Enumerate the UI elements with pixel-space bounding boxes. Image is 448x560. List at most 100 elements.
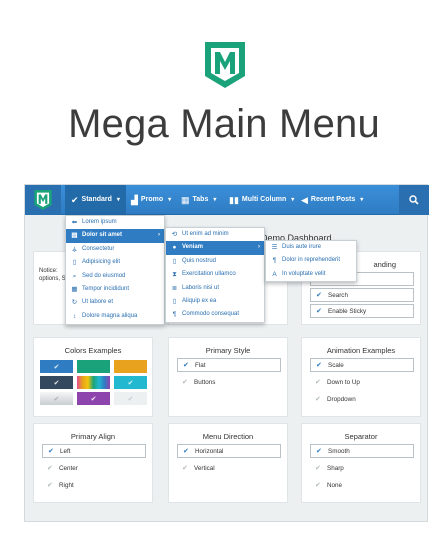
option-label: Scale <box>328 361 344 369</box>
option-label: Flat <box>195 361 206 369</box>
m-logo-icon <box>205 42 245 88</box>
color-swatch-green[interactable] <box>77 360 110 373</box>
search-icon <box>409 195 419 205</box>
nav-item-label: Tabs <box>192 196 209 203</box>
globe-icon: ● <box>172 244 177 252</box>
menu-item-dolor-in-reprehenderit[interactable]: ¶ Dolor in reprehenderit <box>266 254 356 267</box>
option-flat[interactable]: ✔ Flat <box>177 358 281 372</box>
direction-card: Menu Direction ✔ Horizontal ✔ Vertical <box>168 423 288 503</box>
card-title: Primary Style <box>205 346 251 355</box>
menu-item-label: Duis aute irure <box>282 244 322 250</box>
navbar-logo[interactable] <box>25 185 61 215</box>
card-title: Menu Direction <box>202 432 254 441</box>
nav-item-tabs[interactable]: ▦ Tabs ▾ <box>175 185 222 215</box>
menu-item-consectetur[interactable]: ⚶ Consectetur <box>66 243 164 256</box>
chevron-down-icon: ▾ <box>116 197 120 203</box>
animation-card: Animation Examples ✔ Scale ✔ Down to Up … <box>301 337 421 417</box>
menu-item-dolor-sit-amet[interactable]: ▤ Dolor sit amet › <box>66 229 164 243</box>
nav-item-promo[interactable]: ▟ Promo ▾ <box>125 185 177 215</box>
option-buttons[interactable]: ✔ Buttons <box>177 375 281 389</box>
chevron-down-icon: ▾ <box>168 197 172 203</box>
option-label: None <box>327 481 343 489</box>
option-horizontal[interactable]: ✔ Horizontal <box>177 444 281 458</box>
colors-card: Colors Examples ✔ ✔ ✔ ✔ ✔ ✔ <box>33 337 153 417</box>
color-swatch-dark[interactable]: ✔ <box>40 376 73 389</box>
color-swatch-blue[interactable]: ✔ <box>40 360 73 373</box>
option-scale[interactable]: ✔ Scale <box>310 358 414 372</box>
option-search[interactable]: ✔ Search <box>310 288 414 302</box>
option-left[interactable]: ✔ Left <box>42 444 146 458</box>
nav-item-label: Promo <box>140 196 164 203</box>
history-icon: ⟲ <box>171 231 178 238</box>
menu-item-lorem-ipsum[interactable]: ⬅ Lorem ipsum <box>66 216 164 229</box>
color-swatch-light[interactable]: ✔ <box>40 392 73 405</box>
check-icon: ✔ <box>316 448 322 455</box>
nav-item-label: Recent Posts <box>310 196 356 203</box>
nav-item-standard[interactable]: ✔ Standard ▾ <box>65 185 126 215</box>
menu-item-dolore-magna-aliqua[interactable]: ↕ Dolore magna aliqua <box>66 310 164 323</box>
menu-item-veniam[interactable]: ● Veniam › <box>166 241 264 255</box>
menu-item-ut-labore-et[interactable]: ↻ Ut labore et <box>66 296 164 309</box>
columns-icon: ▮▮ <box>229 195 239 205</box>
option-vertical[interactable]: ✔ Vertical <box>177 461 281 475</box>
option-smooth[interactable]: ✔ Smooth <box>310 444 414 458</box>
option-label: Sharp <box>327 464 344 472</box>
option-right[interactable]: ✔ Right <box>42 478 146 492</box>
color-swatch-white[interactable]: ✔ <box>114 392 147 405</box>
menu-item-duis-aute-irure[interactable]: ☰ Duis aute irure <box>266 241 356 254</box>
check-icon: ✔ <box>316 292 322 299</box>
color-swatch-rainbow[interactable] <box>77 376 110 389</box>
check-icon: ✔ <box>127 395 134 403</box>
menu-item-laboris-nisi-ut[interactable]: ≣ Laboris nisi ut <box>166 282 264 295</box>
check-icon: ✔ <box>47 465 53 472</box>
resize-icon: ↕ <box>72 312 77 320</box>
menu-item-aliquip-ex-ea[interactable]: ▯ Aliquip ex ea <box>166 295 264 308</box>
color-swatch-orange[interactable] <box>114 360 147 373</box>
nav-item-multi-column[interactable]: ▮▮ Multi Column ▾ <box>223 185 300 215</box>
option-label: Dropdown <box>327 395 356 403</box>
film-icon: ▦ <box>71 285 78 293</box>
option-down-to-up[interactable]: ✔ Down to Up <box>310 375 414 389</box>
menu-item-ut-enim-ad-minim[interactable]: ⟲ Ut enim ad minim <box>166 228 264 241</box>
menu-item-adipisicing-elit[interactable]: ▯ Adipisicing elit <box>66 256 164 269</box>
option-sharp[interactable]: ✔ Sharp <box>310 461 414 475</box>
menu-item-label: Dolor sit amet <box>82 232 123 239</box>
option-label: Search <box>328 291 348 299</box>
menu-item-sed-do-eiusmod[interactable]: ⌕ Sed do eiusmod <box>66 270 164 283</box>
menu-item-quis-nostrud[interactable]: ▯ Quis nostrud <box>166 255 264 268</box>
menu-item-label: Consectetur <box>82 245 115 252</box>
chevron-right-icon: › <box>258 244 260 251</box>
option-label: Smooth <box>328 447 350 455</box>
megaphone-icon: ◀ <box>301 195 308 205</box>
color-swatch-purple[interactable]: ✔ <box>77 392 110 405</box>
color-swatch-cyan[interactable]: ✔ <box>114 376 147 389</box>
option-center[interactable]: ✔ Center <box>42 461 146 475</box>
refresh-icon: ↻ <box>71 299 78 307</box>
hourglass-icon: ⧗ <box>172 271 177 279</box>
check-icon: ✔ <box>53 395 60 403</box>
submenu-dolor-sit-amet: ⟲ Ut enim ad minim ● Veniam › ▯ Quis nostrud… <box>165 227 265 323</box>
separator-card: Separator ✔ Smooth ✔ Sharp ✔ None <box>301 423 421 503</box>
menu-item-label: Quis nostrud <box>182 257 217 264</box>
menu-item-in-voluptate-velit[interactable]: A In voluptate velit <box>266 268 356 281</box>
option-enable-sticky[interactable]: ✔ Enable Sticky <box>310 304 414 318</box>
nav-item-recent-posts[interactable]: ◀ Recent Posts ▾ <box>295 185 369 215</box>
menu-item-label: Sed do eiusmod <box>82 272 126 279</box>
sitemap-icon: ⚶ <box>71 245 78 253</box>
menu-item-commodo-consequat[interactable]: ¶ Commodo consequat <box>166 308 264 321</box>
menu-item-exercitation-ullamco[interactable]: ⧗ Exercitation ullamco <box>166 268 264 281</box>
check-icon: ✔ <box>90 395 97 403</box>
submenu-veniam: ☰ Duis aute irure ¶ Dolor in reprehenderit… <box>265 240 357 282</box>
check-icon: ✔ <box>183 362 189 369</box>
card-title: Animation Examples <box>326 346 396 355</box>
pilcrow-icon: ¶ <box>172 311 177 319</box>
arrow-left-icon: ⬅ <box>71 219 78 226</box>
option-none[interactable]: ✔ None <box>310 478 414 492</box>
check-icon: ✔ <box>316 362 322 369</box>
menu-item-tempor-incididunt[interactable]: ▦ Tempor incididunt <box>66 283 164 296</box>
option-dropdown[interactable]: ✔ Dropdown <box>310 392 414 406</box>
menu-item-label: Aliquip ex ea <box>182 297 217 304</box>
dropdown-menu-standard: ⬅ Lorem ipsum ▤ Dolor sit amet › ⚶ Consectet… <box>65 215 165 325</box>
search-button[interactable] <box>399 185 429 215</box>
check-icon: ✔ <box>53 363 60 371</box>
